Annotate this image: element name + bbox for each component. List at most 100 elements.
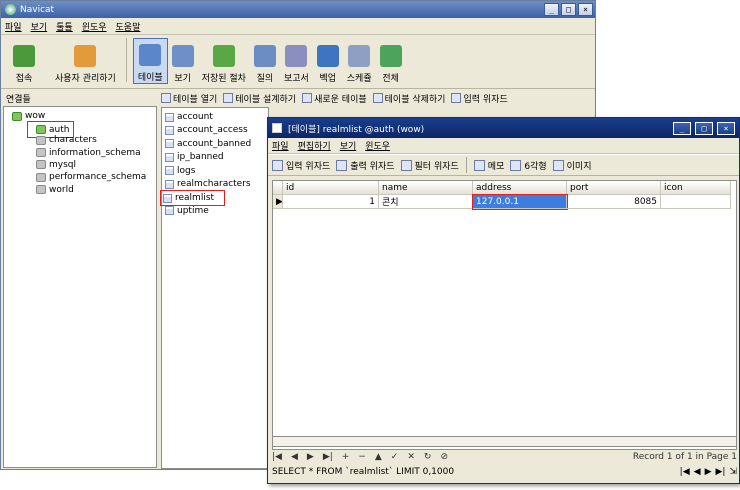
memo-label: 메모 [487, 161, 505, 172]
horizontal-scrollbar[interactable] [272, 436, 737, 447]
tw-menu-view[interactable]: 보기 [340, 139, 357, 152]
object-toolbar-button[interactable]: 새로운 테이블 [302, 92, 367, 105]
page-nav-button[interactable]: ⇲ [729, 467, 737, 477]
toolbar-button-query[interactable]: 질의 [250, 38, 280, 84]
cell-port[interactable]: 8085 [567, 195, 661, 209]
cell-address[interactable]: 127.0.0.1 [472, 194, 568, 210]
column-header-port[interactable]: port [567, 181, 661, 195]
table-item-account_banned[interactable]: account_banned [165, 138, 251, 150]
column-header-name[interactable]: name [379, 181, 473, 195]
app-icon [5, 4, 16, 15]
maximize-button[interactable]: □ [561, 3, 576, 16]
database-performance_schema[interactable]: performance_schema [36, 171, 146, 183]
nav-button[interactable]: ✓ [391, 452, 399, 462]
toolbar-button-schedule[interactable]: 스케쥴 [343, 38, 376, 84]
database-world[interactable]: world [36, 184, 74, 196]
toolbar-button-connect[interactable]: 접속 [9, 38, 39, 84]
nav-button[interactable]: ↻ [424, 452, 432, 462]
object-toolbar-button[interactable]: 테이블 열기 [161, 92, 217, 105]
nav-button[interactable]: ⊘ [440, 452, 448, 462]
toolbar-button-backup[interactable]: 벡업 [313, 38, 343, 84]
menu-view[interactable]: 보기 [31, 20, 48, 33]
close-button[interactable]: × [578, 3, 593, 16]
table-name: account [177, 112, 213, 122]
tw-menu-edit[interactable]: 편집하기 [298, 139, 331, 152]
database-icon [36, 172, 46, 182]
object-toolbar-button[interactable]: 테이블 삭제하기 [372, 92, 445, 105]
cell-icon[interactable] [661, 195, 731, 209]
data-grid[interactable]: id name address port icon ▶ 1 콘치 127.0.0.1 8085 [272, 180, 737, 450]
database-mysql[interactable]: mysql [36, 159, 76, 171]
toolbar-label: 접속 [15, 74, 33, 84]
column-header-icon[interactable]: icon [661, 181, 731, 195]
table-list[interactable]: account account_access account_banned ip_ba… [159, 107, 269, 469]
database-information_schema[interactable]: information_schema [36, 147, 141, 159]
cell-id[interactable]: 1 [283, 195, 379, 209]
tw-menu-file[interactable]: 파일 [272, 139, 289, 152]
menu-window[interactable]: 윈도우 [82, 20, 107, 33]
page-nav-button[interactable]: ▶| [715, 467, 725, 477]
table-item-account[interactable]: account [165, 111, 213, 123]
tw-minimize-button[interactable]: _ [673, 121, 691, 135]
object-toolbar-icon [223, 93, 234, 103]
page-nav-button[interactable]: ▶ [705, 467, 712, 477]
row-selector[interactable]: ▶ [273, 195, 283, 209]
hex-button[interactable]: 6각형 [510, 159, 547, 172]
nav-button[interactable]: ▲ [375, 452, 382, 462]
toolbar-button-all[interactable]: 전체 [376, 38, 406, 84]
toolbar-button-view[interactable]: 보기 [168, 38, 198, 84]
cell-name[interactable]: 콘치 [379, 195, 473, 209]
minimize-button[interactable]: _ [544, 3, 559, 16]
database-characters[interactable]: characters [36, 134, 97, 146]
tw-close-button[interactable]: × [717, 121, 735, 135]
table-name: account_access [177, 125, 248, 136]
column-header-address[interactable]: address [473, 181, 567, 195]
page-nav-button[interactable]: |◀ [680, 467, 690, 477]
connection-wow[interactable]: wow [12, 110, 45, 122]
nav-button[interactable]: ◀ [291, 452, 298, 462]
backup-icon [316, 45, 339, 67]
nav-button[interactable]: ▶| [323, 452, 333, 462]
export-wizard-button[interactable]: 출력 위자드 [336, 159, 395, 172]
toolbar-button-procedure[interactable]: 저장된 절차 [198, 38, 250, 84]
menu-file[interactable]: 파일 [5, 20, 22, 33]
nav-button[interactable]: − [358, 452, 366, 462]
image-button[interactable]: 이미지 [552, 159, 592, 172]
nav-button[interactable]: ▶ [307, 452, 314, 462]
database-icon [36, 185, 46, 194]
table-item-realmcharacters[interactable]: realmcharacters [165, 178, 251, 190]
table-item-logs[interactable]: logs [165, 165, 195, 177]
page-nav: |◀ ◀ ▶ ▶| ⇲ [676, 467, 737, 477]
title-bar[interactable]: Navicat _ □ × [1, 1, 595, 18]
image-icon [552, 159, 564, 171]
nav-button[interactable]: |◀ [272, 452, 282, 462]
toolbar-button-report[interactable]: 보고서 [280, 38, 313, 84]
import-wizard-button[interactable]: 입력 위자드 [272, 159, 330, 172]
import-icon [272, 159, 283, 171]
table-window-title-bar[interactable]: [테이블] realmlist @auth (wow) _ □ × [268, 118, 739, 138]
database-label: mysql [49, 159, 76, 170]
table-item-account_access[interactable]: account_access [165, 124, 248, 136]
menu-help[interactable]: 도움말 [116, 20, 141, 33]
nav-button[interactable]: ✕ [407, 452, 415, 462]
object-toolbar-button[interactable]: 테이블 설계하기 [223, 92, 296, 105]
table-window-title: [테이블] realmlist @auth (wow) [288, 124, 425, 135]
menu-tools[interactable]: 툴튤 [56, 20, 73, 33]
memo-button[interactable]: 메모 [473, 159, 505, 172]
connection-tree[interactable]: wow auth characters information_schema mysql… [3, 106, 157, 468]
toolbar-button-table[interactable]: 테이블 [132, 38, 168, 84]
object-toolbar-button[interactable]: 입력 위자드 [451, 92, 508, 105]
tw-maximize-button[interactable]: □ [695, 121, 713, 135]
table-item-uptime[interactable]: uptime [165, 205, 209, 217]
toolbar-button-user[interactable]: 사용자 관리하기 [51, 38, 120, 84]
page-nav-button[interactable]: ◀ [694, 467, 701, 477]
table-icon [165, 206, 174, 216]
table-item-ip_banned[interactable]: ip_banned [165, 151, 224, 163]
column-header-id[interactable]: id [283, 181, 379, 195]
tw-menu-window[interactable]: 윈도우 [365, 139, 390, 152]
nav-button[interactable]: + [342, 452, 350, 462]
table-row[interactable]: ▶ 1 콘치 127.0.0.1 8085 [273, 194, 731, 210]
table-item-realmlist[interactable]: realmlist [159, 190, 226, 207]
report-icon [285, 45, 308, 67]
filter-wizard-button[interactable]: 필터 위자드 [400, 159, 459, 172]
